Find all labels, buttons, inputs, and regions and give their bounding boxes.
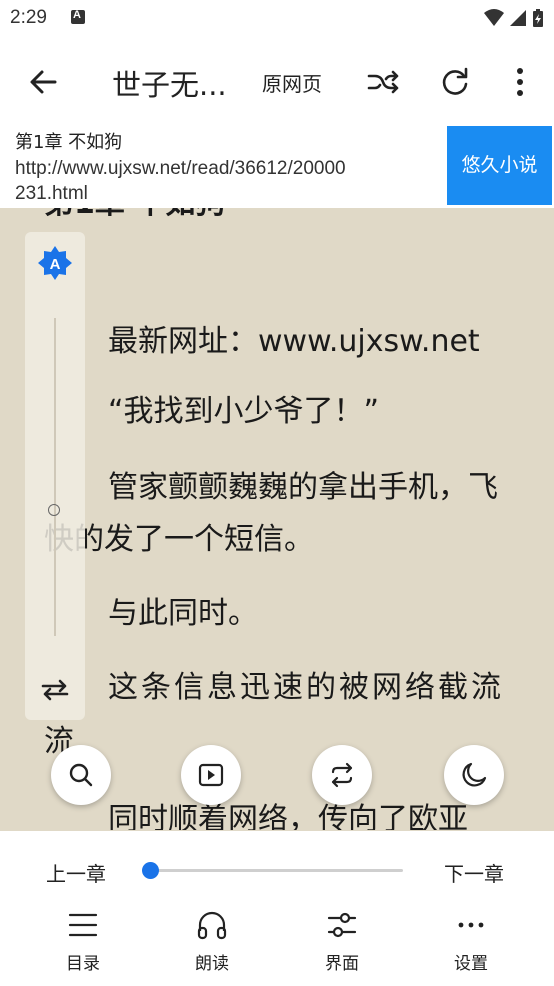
brightness-panel: A	[25, 232, 85, 720]
auto-brightness-icon[interactable]: A	[37, 245, 73, 281]
menu-item-read-aloud[interactable]: 朗读	[167, 909, 257, 979]
notification-a-icon	[71, 9, 85, 24]
battery-charging-icon	[533, 9, 543, 27]
more-vert-icon[interactable]	[502, 64, 538, 100]
original-webpage-button[interactable]: 原网页	[262, 68, 322, 97]
night-mode-icon	[462, 762, 487, 787]
paragraph-continuation: 流	[44, 724, 74, 759]
chapter-progress-thumb[interactable]	[142, 862, 159, 879]
paragraph: 这条信息迅速的被网络截流	[108, 670, 504, 705]
menu-item-catalog[interactable]: 目录	[38, 909, 128, 979]
paragraph: “我找到小少爷了！”	[108, 394, 380, 429]
sliders-icon	[327, 912, 357, 938]
search-icon	[69, 763, 93, 787]
chapter-url[interactable]: http://www.ujxsw.net/read/36612/20000231…	[15, 156, 355, 206]
chapter-heading: 第1章 不如狗	[44, 208, 225, 222]
refresh-icon[interactable]	[437, 64, 473, 100]
replace-fab[interactable]	[312, 745, 372, 805]
chapter-name: 第1章 不如狗	[15, 132, 123, 153]
replace-icon	[331, 762, 353, 788]
menu-item-label: 朗读	[195, 954, 229, 974]
chapter-progress-track[interactable]	[150, 869, 403, 872]
menu-item-settings[interactable]: 设置	[426, 909, 516, 979]
search-fab[interactable]	[51, 745, 111, 805]
status-icons	[483, 9, 544, 27]
auto-page-fab[interactable]	[181, 745, 241, 805]
chapter-info-bar: 第1章 不如狗 http://www.ujxsw.net/read/36612/…	[0, 122, 554, 208]
swap-horizontal-icon[interactable]	[39, 678, 71, 702]
more-horiz-icon	[458, 922, 484, 928]
menu-item-label: 界面	[325, 954, 359, 974]
status-time: 2:29	[10, 7, 47, 28]
bottom-menu-panel: 上一章 下一章 目录 朗读 界面 设置	[0, 831, 554, 986]
prev-chapter-button[interactable]: 上一章	[46, 858, 106, 887]
back-arrow-icon[interactable]	[25, 64, 61, 100]
list-icon	[68, 913, 98, 937]
night-mode-fab[interactable]	[444, 745, 504, 805]
brightness-slider-thumb[interactable]	[48, 504, 60, 516]
book-title[interactable]: 世子无...	[112, 62, 227, 104]
menu-item-interface[interactable]: 界面	[297, 909, 387, 979]
svg-text:A: A	[50, 256, 61, 273]
status-bar: 2:29	[0, 0, 554, 40]
paragraph: 最新网址：www.ujxsw.net	[108, 324, 480, 359]
paragraph: 同时顺着网络，传向了欧亚	[108, 802, 468, 830]
menu-item-label: 目录	[66, 954, 100, 974]
next-chapter-button[interactable]: 下一章	[444, 858, 504, 887]
cell-signal-icon	[509, 10, 526, 26]
menu-item-label: 设置	[454, 954, 488, 974]
top-toolbar: 世子无... 原网页	[0, 40, 554, 122]
headphones-icon	[197, 911, 227, 940]
paragraph: 与此同时。	[108, 596, 258, 631]
shuffle-icon[interactable]	[365, 64, 401, 100]
play-icon	[198, 763, 224, 787]
paragraph: 管家颤颤巍巍的拿出手机，飞快的发了一个短信。	[44, 470, 498, 557]
wifi-icon	[483, 9, 504, 26]
brightness-slider-track[interactable]	[54, 318, 56, 636]
book-source-button[interactable]: 悠久小说	[447, 126, 552, 205]
